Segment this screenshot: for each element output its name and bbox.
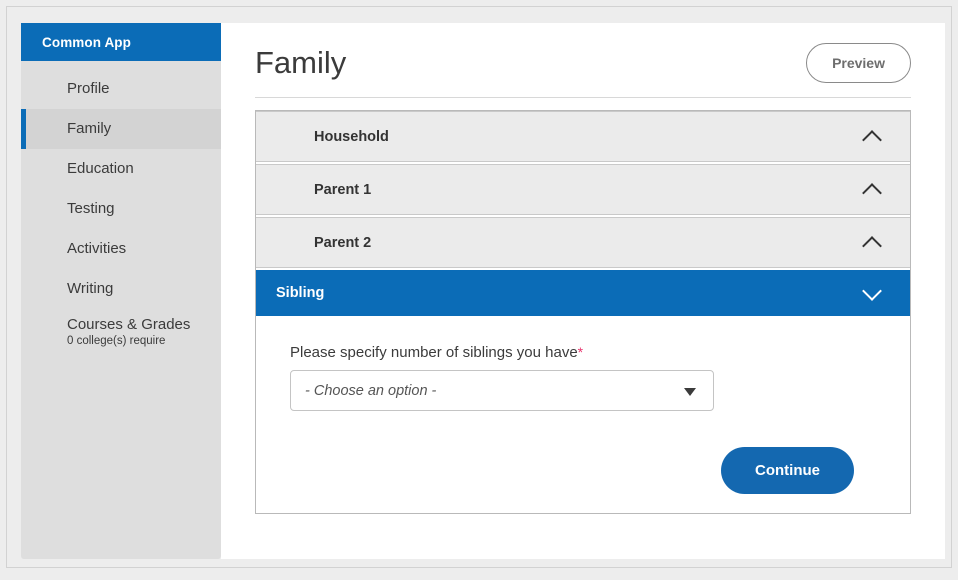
accordion-title: Parent 1 [314, 182, 371, 198]
sidebar-item-activities[interactable]: Activities [21, 229, 221, 269]
siblings-select[interactable]: - Choose an option - [290, 370, 714, 411]
sidebar-brand-label: Common App [42, 35, 131, 50]
sidebar-brand: Common App [21, 23, 221, 61]
sidebar-item-label: Activities [67, 241, 126, 258]
app-root: Common App Profile Family Education Test… [0, 0, 958, 580]
sidebar-nav: Profile Family Education Testing Activit… [21, 61, 221, 355]
chevron-down-icon [862, 287, 882, 299]
sidebar-item-writing[interactable]: Writing [21, 269, 221, 309]
siblings-field-label: Please specify number of siblings you ha… [290, 344, 876, 361]
continue-button[interactable]: Continue [721, 447, 854, 494]
sidebar-item-label: Writing [67, 281, 113, 298]
accordion-section-parent-2: Parent 2 [256, 217, 910, 268]
accordion-header-household[interactable]: Household [256, 111, 910, 162]
sibling-form-body: Please specify number of siblings you ha… [256, 316, 910, 494]
siblings-select-value: - Choose an option - [305, 383, 436, 399]
content-panel: Family Preview Household Parent 1 [221, 23, 945, 559]
accordion-title: Parent 2 [314, 235, 371, 251]
sidebar-item-label: Education [67, 161, 134, 178]
required-marker: * [578, 344, 583, 360]
accordion-title: Sibling [276, 285, 324, 301]
accordion-header-parent-1[interactable]: Parent 1 [256, 164, 910, 215]
sidebar-item-family[interactable]: Family [21, 109, 221, 149]
preview-button[interactable]: Preview [806, 43, 911, 83]
accordion-section-household: Household [256, 111, 910, 162]
sidebar-item-testing[interactable]: Testing [21, 189, 221, 229]
page-frame: Common App Profile Family Education Test… [6, 6, 952, 568]
sidebar-item-label: Testing [67, 201, 115, 218]
sidebar-item-sublabel: 0 college(s) require [67, 335, 165, 347]
family-accordion-card: Household Parent 1 Parent 2 [255, 110, 911, 514]
page-title: Family [255, 46, 346, 80]
sidebar-item-education[interactable]: Education [21, 149, 221, 189]
active-indicator-bar [21, 109, 26, 149]
sidebar-item-courses-and-grades[interactable]: Courses & Grades 0 college(s) require [21, 309, 221, 355]
sidebar-item-label: Profile [67, 81, 110, 98]
accordion-header-sibling[interactable]: Sibling [256, 270, 910, 316]
sidebar-item-label: Courses & Grades [67, 317, 190, 334]
accordion-section-parent-1: Parent 1 [256, 164, 910, 215]
siblings-field-label-text: Please specify number of siblings you ha… [290, 344, 578, 361]
chevron-up-icon [862, 237, 882, 249]
accordion-section-sibling: Sibling Please specify number of sibling… [256, 270, 910, 494]
chevron-up-icon [862, 184, 882, 196]
page-header: Family Preview [255, 43, 911, 98]
sidebar-item-profile[interactable]: Profile [21, 69, 221, 109]
sidebar-item-label: Family [67, 121, 111, 138]
siblings-select-wrapper: - Choose an option - [290, 370, 714, 411]
chevron-up-icon [862, 131, 882, 143]
sidebar: Common App Profile Family Education Test… [21, 23, 221, 559]
form-actions: Continue [290, 411, 876, 494]
accordion-header-parent-2[interactable]: Parent 2 [256, 217, 910, 268]
accordion-title: Household [314, 129, 389, 145]
content-inner: Family Preview Household Parent 1 [221, 23, 945, 514]
